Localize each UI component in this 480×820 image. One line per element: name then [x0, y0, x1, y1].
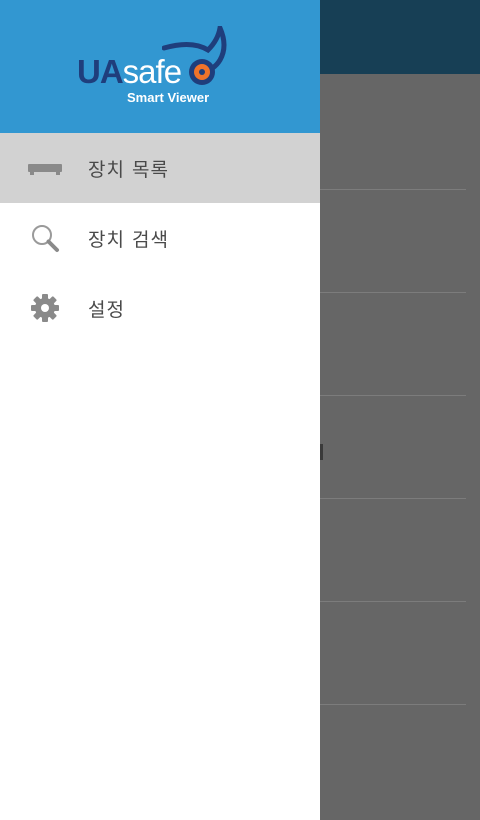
- background-list-divider: [320, 395, 466, 396]
- search-icon: [28, 223, 62, 253]
- background-list-divider: [320, 704, 466, 705]
- logo-safe-text: safe: [122, 53, 182, 90]
- background-edge-mark: [320, 444, 323, 460]
- gear-icon: [28, 293, 62, 323]
- dvr-device-icon: [28, 153, 62, 183]
- logo-subtitle: Smart Viewer: [127, 90, 210, 105]
- menu-item-label: 장치 목록: [88, 159, 169, 181]
- background-list-divider: [320, 292, 466, 293]
- logo-wordmark: UAsafe: [77, 53, 182, 91]
- menu-item-device-list[interactable]: 장치 목록: [0, 133, 320, 203]
- background-list-divider: [320, 189, 466, 190]
- menu-item-device-search[interactable]: 장치 검색: [0, 203, 320, 273]
- logo-ua-text: UA: [77, 53, 124, 90]
- menu-item-label: 장치 검색: [88, 229, 169, 251]
- drawer-header: UAsafe Smart Viewer: [0, 0, 320, 133]
- background-list-divider: [320, 498, 466, 499]
- uasafe-logo: UAsafe Smart Viewer: [74, 26, 244, 112]
- menu-item-label: 설정: [88, 299, 125, 321]
- background-list-divider: [320, 601, 466, 602]
- navigation-drawer: UAsafe Smart Viewer 장치 목록 장치 검색 설정: [0, 0, 320, 820]
- menu-item-settings[interactable]: 설정: [0, 273, 320, 343]
